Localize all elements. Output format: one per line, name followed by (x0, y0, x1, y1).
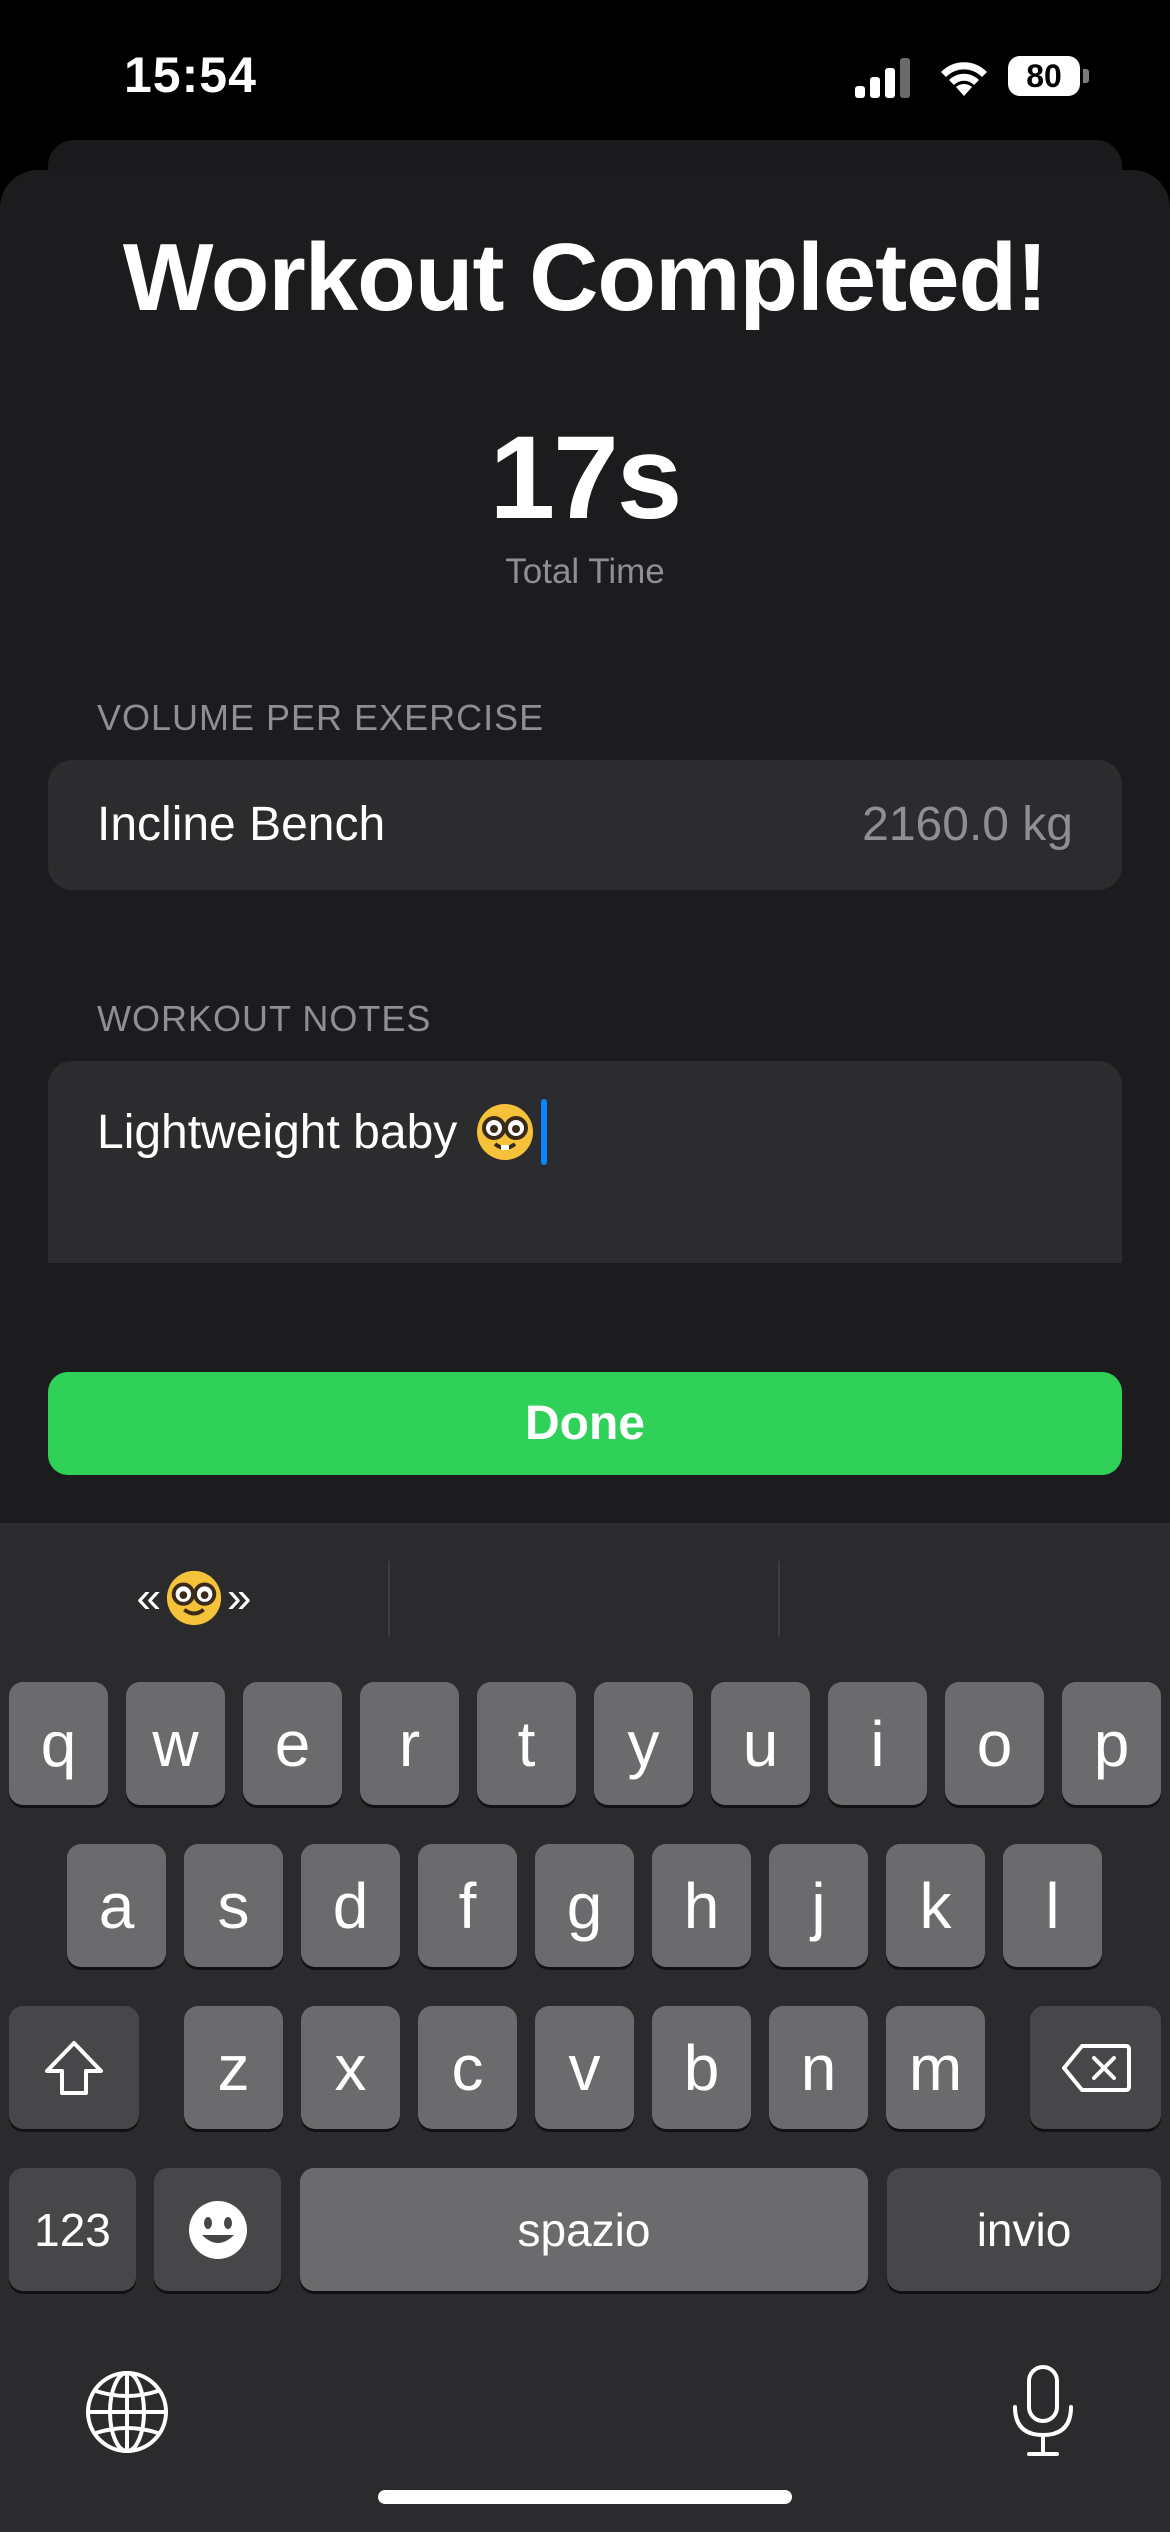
volume-row: Incline Bench 2160.0 kg (48, 760, 1122, 890)
shift-key[interactable] (9, 2006, 139, 2129)
key-g[interactable]: g (535, 1844, 634, 1967)
nerd-face-emoji (475, 1102, 535, 1162)
key-k[interactable]: k (886, 1844, 985, 1967)
backspace-icon (1060, 2042, 1132, 2094)
suggestion-empty[interactable] (390, 1523, 778, 1673)
total-time-value: 17s (489, 412, 683, 544)
notes-text: Lightweight baby (97, 1105, 458, 1159)
notes-section-header: WORKOUT NOTES (97, 998, 432, 1039)
key-w[interactable]: w (126, 1682, 225, 1805)
exercise-volume: 2160.0 kg (862, 798, 1073, 851)
exercise-name: Incline Bench (97, 798, 386, 851)
microphone-icon[interactable] (1005, 2363, 1081, 2459)
backspace-key[interactable] (1030, 2006, 1161, 2129)
emoji-icon (187, 2199, 249, 2261)
suggestion-open-quote: « (136, 1573, 161, 1622)
notes-text-area[interactable]: Lightweight baby (48, 1061, 1122, 1263)
suggestion-empty[interactable] (780, 1523, 1170, 1673)
signal-icon (855, 58, 915, 98)
key-x[interactable]: x (301, 2006, 400, 2129)
key-l[interactable]: l (1003, 1844, 1102, 1967)
key-h[interactable]: h (652, 1844, 751, 1967)
return-key[interactable]: invio (887, 2168, 1161, 2291)
space-key[interactable]: spazio (300, 2168, 868, 2291)
key-n[interactable]: n (769, 2006, 868, 2129)
suggestion-close-quote: » (227, 1573, 252, 1622)
volume-section-header: VOLUME PER EXERCISE (97, 697, 545, 738)
key-z[interactable]: z (184, 2006, 283, 2129)
key-p[interactable]: p (1062, 1682, 1161, 1805)
key-b[interactable]: b (652, 2006, 751, 2129)
key-q[interactable]: q (9, 1682, 108, 1805)
shift-icon (43, 2039, 105, 2097)
key-i[interactable]: i (828, 1682, 927, 1805)
status-bar: 15:54 80 (0, 0, 1170, 150)
key-d[interactable]: d (301, 1844, 400, 1967)
home-indicator (378, 2490, 792, 2504)
emoji-key[interactable] (154, 2168, 281, 2291)
notes-content: Lightweight baby (97, 1099, 548, 1165)
nerd-face-emoji (165, 1569, 223, 1627)
key-f[interactable]: f (418, 1844, 517, 1967)
numbers-key[interactable]: 123 (9, 2168, 136, 2291)
key-v[interactable]: v (535, 2006, 634, 2129)
key-c[interactable]: c (418, 2006, 517, 2129)
key-o[interactable]: o (945, 1682, 1044, 1805)
key-j[interactable]: j (769, 1844, 868, 1967)
text-cursor (541, 1099, 548, 1165)
suggestion-bar: « » (0, 1523, 1170, 1673)
key-m[interactable]: m (886, 2006, 985, 2129)
key-t[interactable]: t (477, 1682, 576, 1805)
battery-level: 80 (1008, 56, 1080, 96)
wifi-icon (935, 54, 993, 98)
suggestion-emoji[interactable]: « » (0, 1523, 388, 1673)
battery-icon: 80 (1008, 56, 1090, 100)
key-s[interactable]: s (184, 1844, 283, 1967)
done-button[interactable]: Done (48, 1372, 1122, 1475)
globe-icon[interactable] (84, 2369, 170, 2455)
key-a[interactable]: a (67, 1844, 166, 1967)
total-time-label: Total Time (505, 552, 665, 591)
status-time: 15:54 (124, 47, 257, 103)
key-y[interactable]: y (594, 1682, 693, 1805)
key-r[interactable]: r (360, 1682, 459, 1805)
key-u[interactable]: u (711, 1682, 810, 1805)
key-e[interactable]: e (243, 1682, 342, 1805)
page-title: Workout Completed! (122, 224, 1048, 331)
